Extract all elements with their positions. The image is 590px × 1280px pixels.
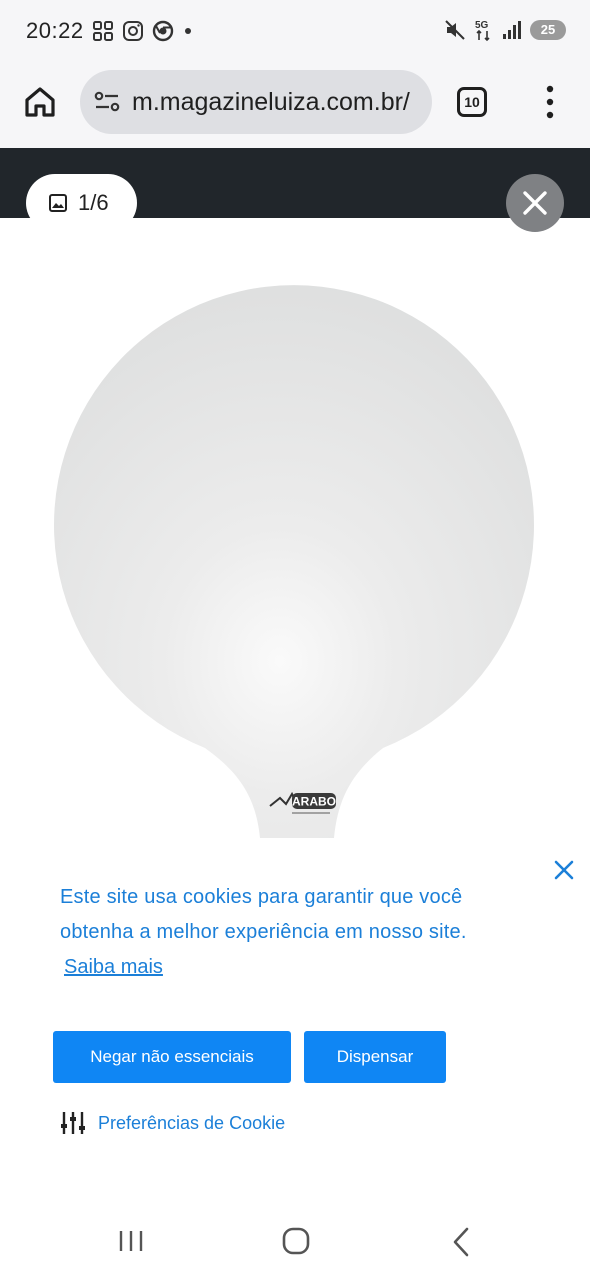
qr-grid-icon <box>93 21 113 41</box>
address-bar[interactable]: m.magazineluiza.com.br/ <box>80 70 432 134</box>
tab-switcher-button[interactable]: 10 <box>457 87 487 117</box>
5g-icon: 5G <box>475 20 490 42</box>
home-icon[interactable] <box>22 84 58 120</box>
cookie-preferences-label: Preferências de Cookie <box>98 1112 286 1133</box>
battery-icon: 25 <box>530 20 566 40</box>
browser-toolbar: m.magazineluiza.com.br/ 10 <box>0 64 590 148</box>
chrome-icon <box>152 20 174 42</box>
dot-icon <box>185 28 191 34</box>
close-icon <box>523 191 547 215</box>
learn-more-link[interactable]: Saiba mais <box>64 956 163 979</box>
back-icon[interactable] <box>450 1226 472 1258</box>
dismiss-button[interactable]: Dispensar <box>304 1031 446 1083</box>
sliders-icon <box>61 1112 85 1134</box>
image-counter: 1/6 <box>26 174 137 232</box>
url-text: m.magazineluiza.com.br/ <box>132 88 410 116</box>
instagram-icon <box>123 21 143 41</box>
deny-nonessential-button[interactable]: Negar não essenciais <box>53 1031 291 1083</box>
svg-text:5G: 5G <box>475 20 489 31</box>
cookie-message: Este site usa cookies para garantir que … <box>60 886 467 943</box>
brand-logo-text: ARABO <box>292 795 336 809</box>
signal-icon <box>503 21 521 39</box>
recent-apps-icon[interactable] <box>117 1228 145 1254</box>
screen: 20:22 5G 25 m.magazineluiza.com.br/ 10 1… <box>0 0 590 1280</box>
pizza-peel-image: ARABO <box>53 285 534 838</box>
cookie-preferences-link[interactable]: Preferências de Cookie <box>60 1110 285 1136</box>
product-image[interactable]: ARABO <box>0 218 590 848</box>
status-time: 20:22 <box>26 18 84 43</box>
close-gallery-button[interactable] <box>506 174 564 232</box>
cookie-close-icon[interactable] <box>552 858 576 882</box>
nav-home-icon[interactable] <box>282 1226 310 1256</box>
status-icons-left <box>92 20 194 42</box>
status-bar: 20:22 5G 25 <box>0 0 590 64</box>
site-settings-icon[interactable] <box>94 90 120 114</box>
system-nav-bar <box>0 1208 590 1280</box>
more-vert-icon[interactable] <box>540 84 560 120</box>
image-icon <box>49 194 67 212</box>
image-counter-text: 1/6 <box>78 190 109 215</box>
status-icons-right: 5G 25 <box>444 18 566 42</box>
mute-icon <box>445 20 465 40</box>
